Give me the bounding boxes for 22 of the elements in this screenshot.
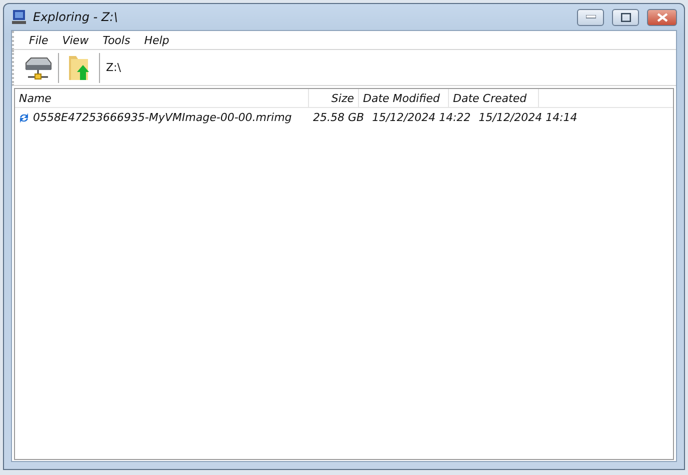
computer-icon (11, 9, 27, 25)
menu-item[interactable]: Tools (96, 34, 138, 46)
menu-item[interactable]: View (55, 34, 96, 46)
column-header[interactable]: Date Modified (359, 89, 449, 107)
minimize-icon (586, 15, 596, 19)
minimize-button[interactable] (577, 8, 604, 26)
table-cell: 15/12/2024 14:14 (478, 111, 578, 124)
column-header[interactable]: Size (309, 89, 359, 107)
window-title: Exploring - Z:\ (33, 10, 119, 24)
table-cell: 15/12/2024 14:22 (372, 111, 471, 124)
sync-icon (19, 112, 29, 122)
column-header[interactable]: Name (15, 89, 309, 107)
column-header[interactable]: Date Created (449, 89, 539, 107)
maximize-icon (620, 12, 630, 22)
table-cell: 25.58 GB (313, 111, 364, 124)
maximize-button[interactable] (612, 8, 639, 26)
file-name: 0558E47253666935-MyVMImage-00-00.mrimg (33, 111, 292, 124)
menu-item[interactable]: Help (137, 34, 176, 46)
menu-item[interactable]: File (22, 34, 56, 46)
close-button[interactable] (647, 8, 677, 26)
path-label: Z:\ (106, 61, 121, 74)
close-icon (656, 12, 668, 22)
